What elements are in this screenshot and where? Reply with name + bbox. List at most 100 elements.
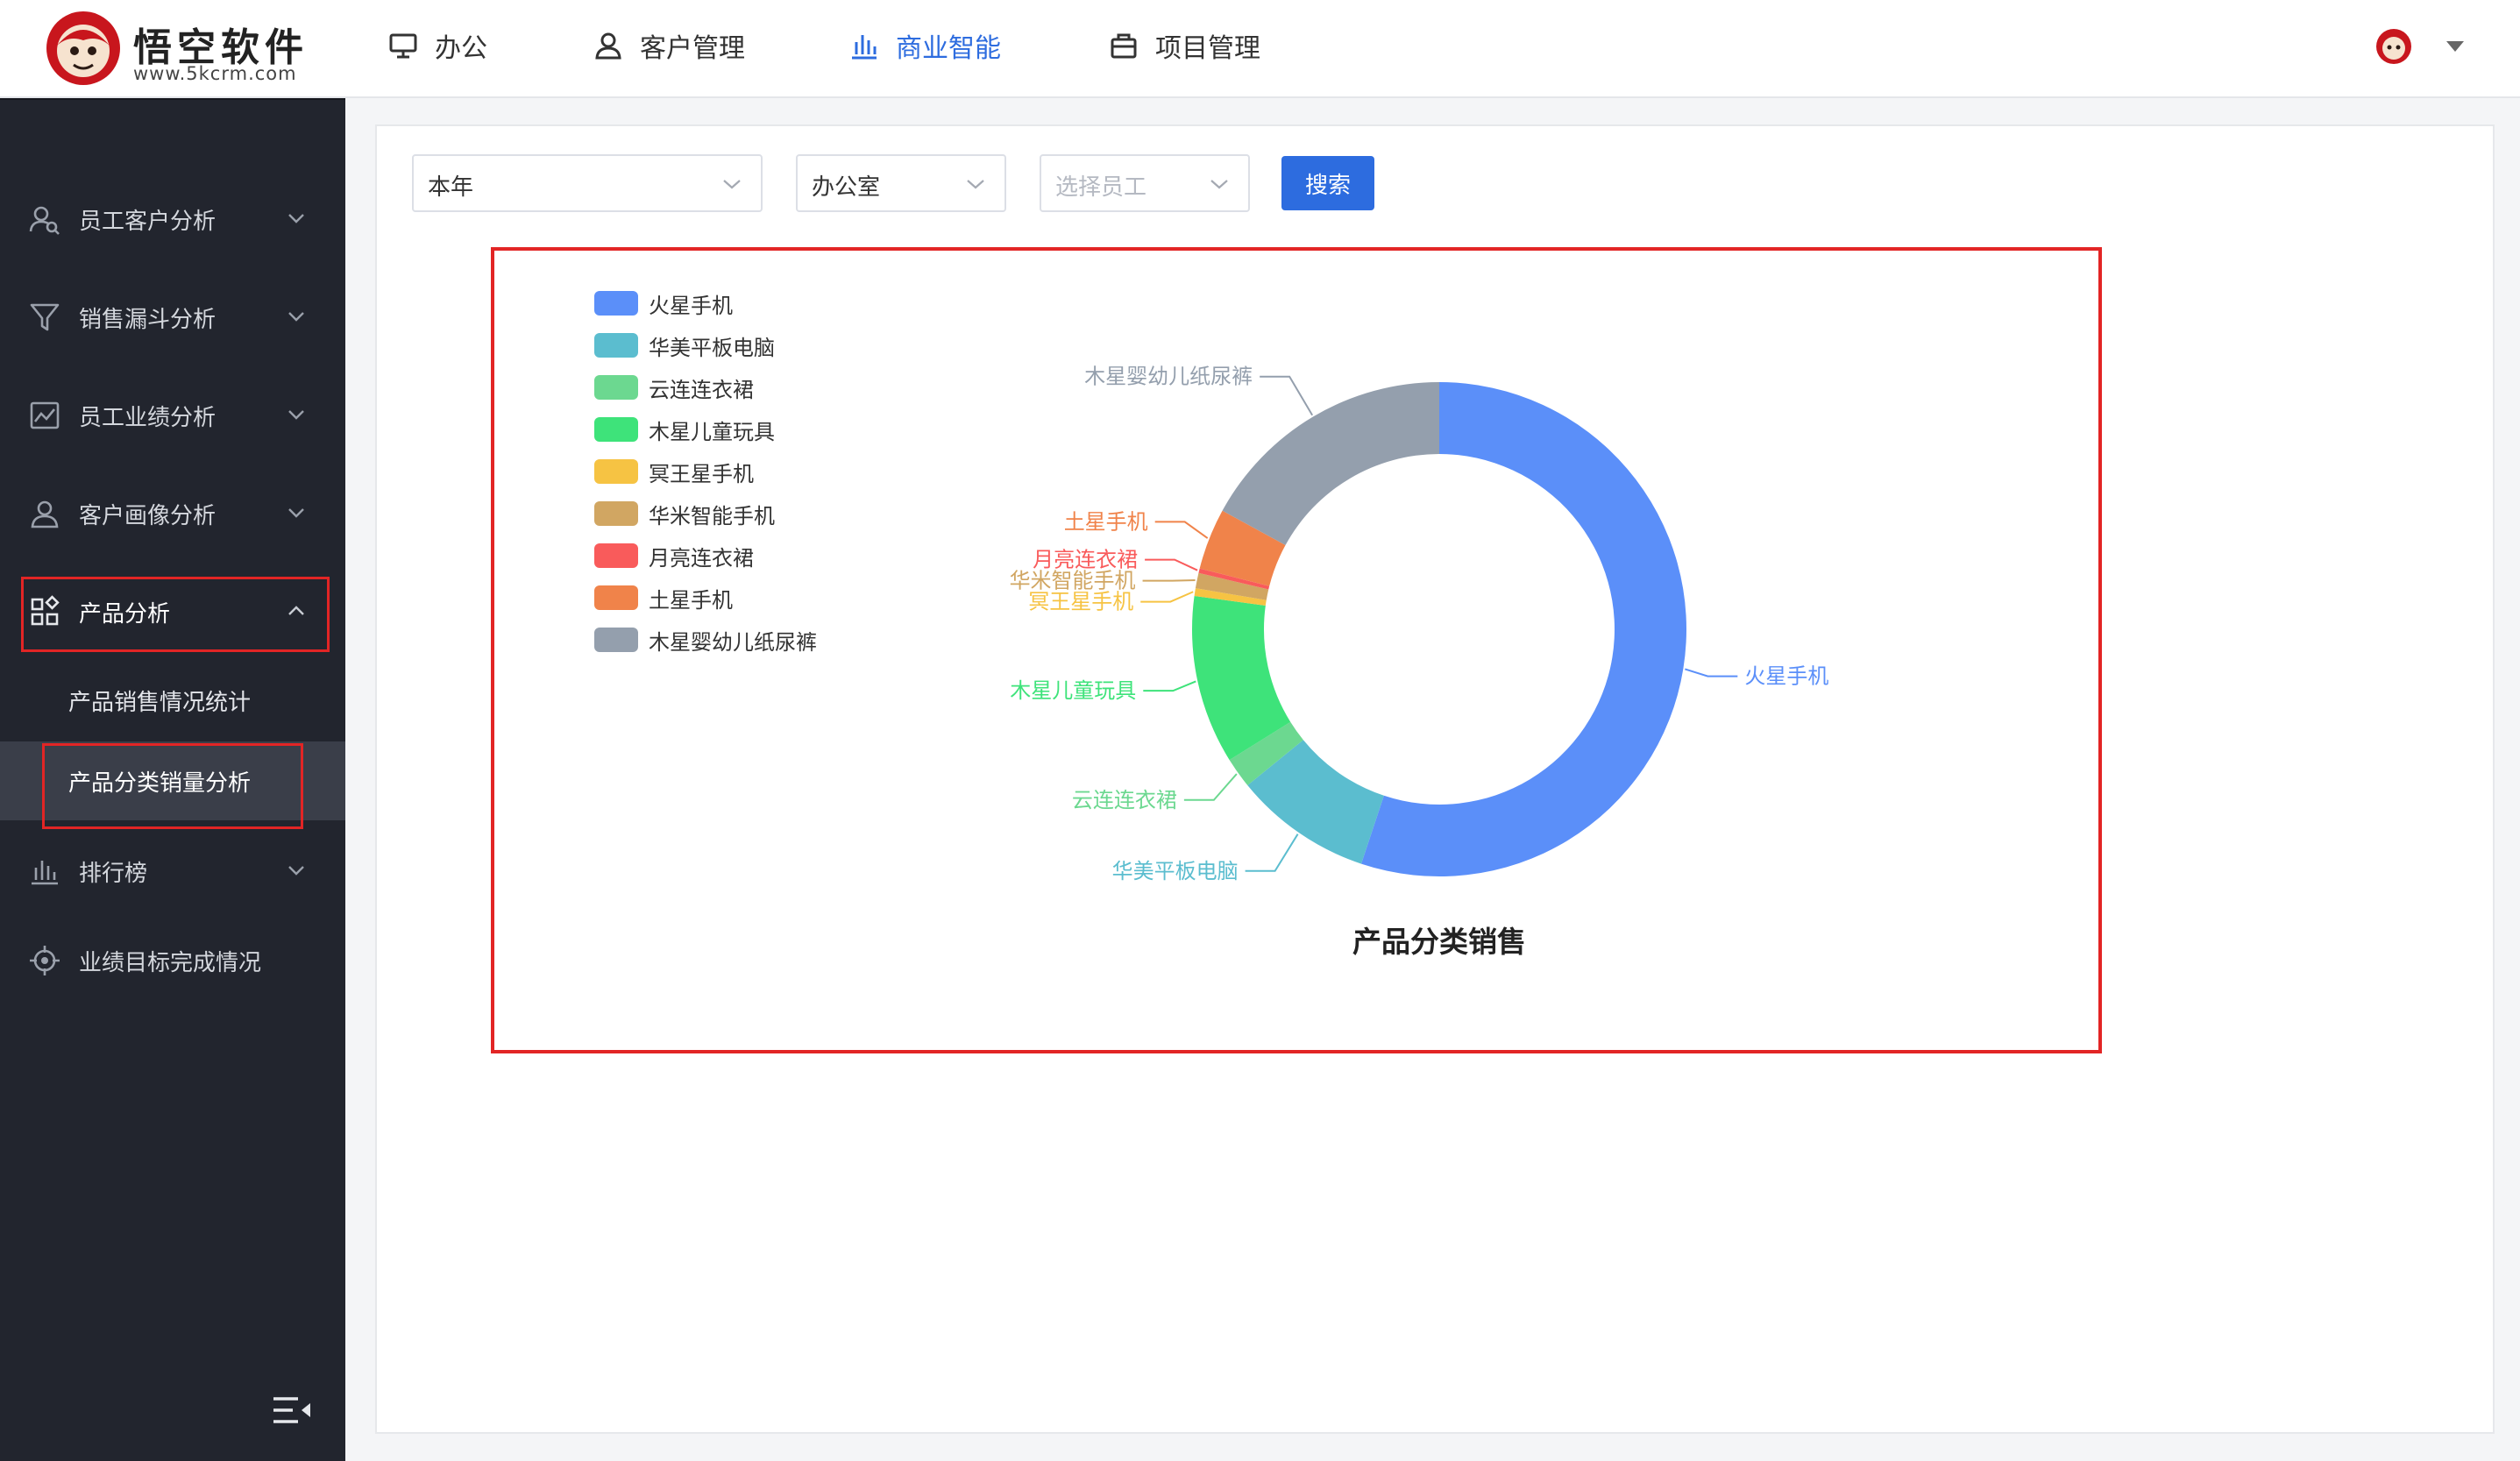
legend-label: 火星手机 <box>649 293 733 318</box>
submenu-item-product-category-sales[interactable]: 产品分类销量分析 <box>0 741 345 820</box>
user-menu[interactable] <box>2375 25 2472 68</box>
brand-logo[interactable]: 悟空软件 www.5kcrm.com <box>46 11 317 86</box>
legend-swatch <box>594 291 638 316</box>
briefcase-icon <box>1111 33 1137 59</box>
monitor-icon <box>389 33 417 59</box>
nav-customer-management[interactable]: 客户管理 <box>593 19 745 72</box>
nav-office[interactable]: 办公 <box>387 19 487 72</box>
legend-label: 月亮连衣裙 <box>649 545 754 571</box>
sidebar-item-label: 业绩目标完成情况 <box>79 949 262 976</box>
chevron-down-icon <box>967 180 984 189</box>
period-value: 本年 <box>428 174 474 201</box>
legend-label: 木星儿童玩具 <box>649 419 775 444</box>
sidebar-item-customer-portrait[interactable]: 客户画像分析 <box>0 470 345 557</box>
slice-label: 云连连衣裙 <box>1072 788 1177 812</box>
avatar-icon <box>2376 29 2411 64</box>
chart-title: 产品分类销售 <box>1352 925 1526 959</box>
sidebar-item-employee-customer[interactable]: 员工客户分析 <box>0 175 345 263</box>
main-content: 本年 办公室 选择员工 搜索 火星手机 木星婴幼儿纸尿裤 土星手机 月亮连衣裙 华米智能… <box>375 124 2495 1434</box>
slice-label: 冥王星手机 <box>1028 590 1133 614</box>
legend-swatch <box>594 333 638 358</box>
legend-label: 冥王星手机 <box>649 461 754 486</box>
legend-item[interactable]: 华米智能手机 <box>594 493 817 535</box>
nav-office-label: 办公 <box>435 33 487 64</box>
sidebar-item-label: 员工业绩分析 <box>79 404 217 431</box>
legend-item[interactable]: 云连连衣裙 <box>594 366 817 408</box>
sidebar-item-ranking[interactable]: 排行榜 <box>0 827 345 915</box>
chevron-down-icon <box>288 410 304 420</box>
employee-placeholder: 选择员工 <box>1055 174 1147 201</box>
legend-swatch <box>594 628 638 652</box>
legend-item[interactable]: 华美平板电脑 <box>594 324 817 366</box>
department-select[interactable]: 办公室 <box>796 154 1006 212</box>
label-leader-line <box>1183 773 1238 801</box>
user-icon <box>31 500 59 528</box>
sidebar-item-product-analysis[interactable]: 产品分析 <box>0 568 345 656</box>
legend-label: 华美平板电脑 <box>649 335 775 360</box>
legend-item[interactable]: 火星手机 <box>594 282 817 324</box>
submenu-item-product-sales-stats[interactable]: 产品销售情况统计 <box>0 661 345 740</box>
submenu-item-label: 产品销售情况统计 <box>68 689 252 716</box>
person-icon <box>595 32 621 60</box>
nav-bi-label: 商业智能 <box>896 33 1001 64</box>
chart-legend: 火星手机华美平板电脑 云连连衣裙木星儿童玩具 冥王星手机华米智能手机 月亮连衣裙土星手… <box>594 282 817 661</box>
nav-project-management[interactable]: 项目管理 <box>1108 19 1260 72</box>
caret-down-icon <box>2446 41 2464 52</box>
legend-swatch <box>594 501 638 526</box>
line-image-icon <box>30 401 60 429</box>
slice-label: 火星手机 <box>1744 664 1828 689</box>
employee-select[interactable]: 选择员工 <box>1040 154 1250 212</box>
submenu-item-label: 产品分类销量分析 <box>68 770 252 797</box>
sidebar-item-label: 排行榜 <box>79 860 148 887</box>
user-search-icon <box>29 206 60 235</box>
sidebar-item-sales-funnel[interactable]: 销售漏斗分析 <box>0 273 345 361</box>
collapse-menu-icon[interactable] <box>272 1395 312 1425</box>
sidebar-item-employee-performance[interactable]: 员工业绩分析 <box>0 372 345 459</box>
label-leader-line <box>1143 680 1196 692</box>
chevron-down-icon <box>288 214 304 223</box>
legend-swatch <box>594 417 638 442</box>
sidebar-item-label: 员工客户分析 <box>79 208 217 235</box>
department-value: 办公室 <box>812 174 881 201</box>
legend-label: 华米智能手机 <box>649 503 775 528</box>
chevron-down-icon <box>723 180 741 189</box>
label-leader-line <box>1260 375 1314 416</box>
label-leader-line <box>1245 833 1299 872</box>
slice-label: 木星儿童玩具 <box>1010 678 1136 703</box>
bar-chart-icon <box>32 861 58 885</box>
slice-label: 土星手机 <box>1064 509 1148 534</box>
nav-customer-label: 客户管理 <box>640 33 745 64</box>
slice-label: 木星婴幼儿纸尿裤 <box>1084 365 1253 389</box>
chevron-up-icon <box>288 606 304 615</box>
legend-item[interactable]: 木星婴幼儿纸尿裤 <box>594 619 817 661</box>
legend-label: 木星婴幼儿纸尿裤 <box>649 629 817 655</box>
search-button[interactable]: 搜索 <box>1281 156 1374 210</box>
legend-swatch <box>594 375 638 400</box>
legend-item[interactable]: 土星手机 <box>594 577 817 619</box>
period-select[interactable]: 本年 <box>412 154 763 212</box>
label-leader-line <box>1145 558 1198 571</box>
legend-swatch <box>594 585 638 610</box>
sidebar-item-performance-target[interactable]: 业绩目标完成情况 <box>0 917 345 1004</box>
label-leader-line <box>1154 521 1209 539</box>
donut-slice-9[interactable] <box>1222 382 1439 546</box>
legend-swatch <box>594 543 638 568</box>
nav-project-label: 项目管理 <box>1155 33 1260 64</box>
legend-label: 云连连衣裙 <box>649 377 754 402</box>
legend-item[interactable]: 月亮连衣裙 <box>594 535 817 577</box>
monkey-logo-icon <box>46 11 120 85</box>
legend-item[interactable]: 木星儿童玩具 <box>594 408 817 450</box>
label-leader-line <box>1140 591 1194 603</box>
funnel-icon <box>30 303 60 331</box>
chevron-down-icon <box>288 508 304 518</box>
legend-label: 土星手机 <box>649 587 733 613</box>
bar-chart-icon <box>852 35 877 60</box>
legend-item[interactable]: 冥王星手机 <box>594 450 817 493</box>
nav-business-intelligence[interactable]: 商业智能 <box>848 19 1001 72</box>
top-header: 悟空软件 www.5kcrm.com 办公 客户管理 商业智能 项目管理 <box>0 0 2520 98</box>
grid-icon <box>31 595 60 626</box>
label-leader-line <box>1142 579 1196 582</box>
label-leader-line <box>1685 668 1738 677</box>
chevron-down-icon <box>1210 180 1228 189</box>
chevron-down-icon <box>288 312 304 322</box>
